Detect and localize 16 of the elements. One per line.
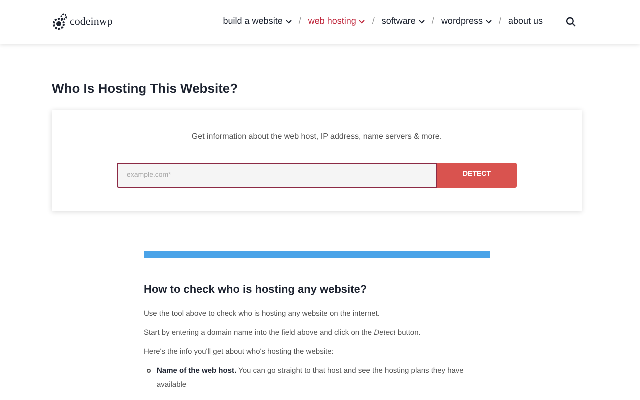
nav-link[interactable]: web hosting bbox=[308, 15, 366, 29]
nav-separator: / bbox=[298, 15, 302, 28]
nav-link[interactable]: software bbox=[382, 15, 425, 29]
logo-text[interactable]: codeinwp bbox=[70, 14, 113, 30]
nav-separator: / bbox=[432, 15, 434, 28]
gear-logo-icon bbox=[52, 13, 68, 31]
article-heading: How to check who is hosting any website? bbox=[144, 283, 368, 297]
nav-link[interactable]: about us bbox=[508, 15, 543, 29]
bullet-icon bbox=[147, 369, 151, 373]
page-title: Who Is Hosting This Website? bbox=[52, 81, 240, 97]
nav-separator: / bbox=[372, 15, 375, 28]
nav-link[interactable]: wordpress bbox=[441, 15, 492, 29]
nav-separator: / bbox=[498, 15, 502, 28]
search-icon[interactable] bbox=[566, 17, 576, 27]
tool-intro: Get information about the web host, IP address, name servers & more. bbox=[192, 131, 442, 143]
nav-link[interactable]: build a website bbox=[223, 15, 292, 29]
